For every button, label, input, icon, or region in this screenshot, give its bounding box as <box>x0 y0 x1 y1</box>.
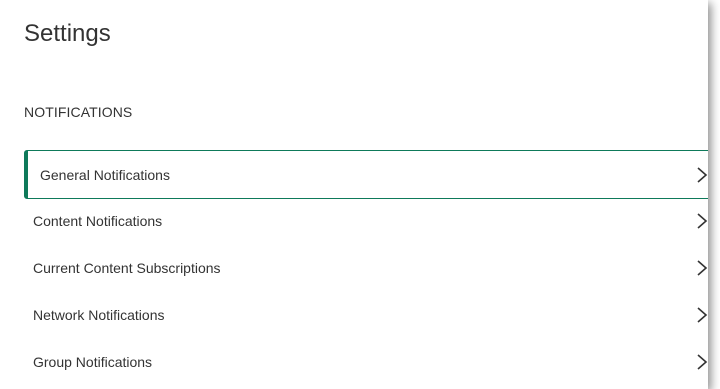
list-item-label: Content Notifications <box>33 213 163 229</box>
list-item-current-content-subscriptions[interactable]: Current Content Subscriptions <box>24 246 708 293</box>
list-item-general-notifications[interactable]: General Notifications <box>24 150 708 199</box>
list-item-label: Network Notifications <box>33 307 165 323</box>
chevron-right-icon <box>697 307 708 323</box>
list-item-group-notifications[interactable]: Group Notifications <box>24 340 708 387</box>
list-item-label: Group Notifications <box>33 354 153 370</box>
chevron-right-icon <box>697 213 708 229</box>
notifications-list: General Notifications Content Notificati… <box>24 150 708 387</box>
settings-panel: Settings NOTIFICATIONS General Notificat… <box>0 0 708 389</box>
chevron-right-icon <box>697 167 708 183</box>
list-item-network-notifications[interactable]: Network Notifications <box>24 293 708 340</box>
chevron-right-icon <box>697 260 708 276</box>
section-header-notifications: NOTIFICATIONS <box>24 104 133 120</box>
list-item-label: Current Content Subscriptions <box>33 260 221 276</box>
list-item-label: General Notifications <box>40 167 170 183</box>
page-title: Settings <box>24 20 111 47</box>
chevron-right-icon <box>697 354 708 370</box>
list-item-content-notifications[interactable]: Content Notifications <box>24 199 708 246</box>
